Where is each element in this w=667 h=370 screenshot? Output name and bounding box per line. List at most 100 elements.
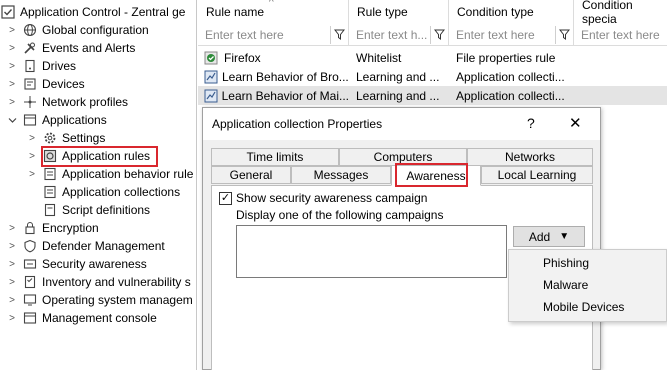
collection-icon — [42, 184, 58, 200]
chevron-right-icon[interactable]: > — [6, 237, 18, 255]
table-row[interactable]: Learn Behavior of Bro... Learning and ..… — [198, 67, 667, 86]
chevron-right-icon[interactable]: > — [6, 273, 18, 291]
filter-condition-type-input[interactable] — [449, 24, 555, 45]
cell-condition-type: Application collecti... — [456, 69, 565, 84]
column-header-rule-name[interactable]: Rule name ^ — [198, 0, 349, 24]
filter-rule-name — [198, 24, 349, 46]
menu-item-mobile-devices[interactable]: Mobile Devices — [543, 297, 624, 317]
filter-funnel-icon[interactable] — [555, 25, 573, 44]
tree-item-applications[interactable]: Applications — [6, 111, 107, 129]
sort-ascending-icon: ^ — [269, 0, 274, 8]
highlight-awareness-tab — [395, 163, 468, 187]
tree-item-label: Application Control - Zentral ge — [20, 5, 186, 19]
tree-item-operating-system-management[interactable]: > Operating system managem — [6, 291, 193, 309]
show-campaign-checkbox[interactable]: ✓ — [219, 192, 232, 205]
cell-rule-name: Learn Behavior of Mai... — [221, 88, 349, 103]
tab-networks[interactable]: Networks — [467, 148, 593, 166]
dialog-title-bar[interactable]: Application collection Properties — [203, 108, 600, 140]
tab-general[interactable]: General — [211, 166, 291, 184]
tree-item-label: Operating system managem — [42, 293, 193, 307]
chevron-right-icon[interactable]: > — [6, 21, 18, 39]
menu-item-phishing[interactable]: Phishing — [543, 253, 589, 273]
filter-condition-special-input[interactable] — [574, 24, 667, 45]
chevron-right-icon[interactable]: > — [26, 129, 38, 147]
tree-item-label: Applications — [42, 113, 107, 127]
script-icon — [42, 202, 58, 218]
column-header-condition-type[interactable]: Condition type — [449, 0, 574, 24]
filter-rule-type — [349, 24, 449, 46]
tree-item-script-definitions[interactable]: Script definitions — [42, 201, 150, 219]
cell-rule-type: Learning and ... — [356, 69, 440, 84]
chevron-right-icon[interactable]: > — [6, 291, 18, 309]
os-icon — [22, 292, 38, 308]
tree-item-label: Defender Management — [42, 239, 165, 253]
table-row-selected[interactable]: Learn Behavior of Mai... Learning and ..… — [198, 86, 667, 105]
tree-item-global-configuration[interactable]: > Global configuration — [6, 21, 149, 39]
filter-rule-name-input[interactable] — [198, 24, 330, 45]
tree-item-defender-management[interactable]: > Defender Management — [6, 237, 165, 255]
tree-item-management-console[interactable]: > Management console — [6, 309, 157, 327]
tree-item-network-profiles[interactable]: > Network profiles — [6, 93, 128, 111]
tree-item-label: Settings — [62, 131, 106, 145]
chevron-right-icon[interactable]: > — [6, 57, 18, 75]
tree-item-label: Security awareness — [42, 257, 147, 271]
tree-item-security-awareness[interactable]: > Security awareness — [6, 255, 147, 273]
filter-funnel-icon[interactable] — [330, 25, 348, 44]
defender-icon — [22, 238, 38, 254]
tree-item-label: Script definitions — [62, 203, 151, 217]
tab-local-learning[interactable]: Local Learning — [481, 166, 593, 184]
tree-item-root[interactable]: Application Control - Zentral ge — [0, 3, 185, 21]
filter-rule-type-input[interactable] — [349, 24, 430, 45]
menu-item-malware[interactable]: Malware — [543, 275, 588, 295]
filter-funnel-icon[interactable] — [430, 25, 448, 44]
add-button-label: Add — [528, 229, 551, 244]
cell-rule-type: Whitelist — [356, 50, 402, 65]
tree-item-events-and-alerts[interactable]: > Events and Alerts — [6, 39, 135, 57]
help-button[interactable]: ? — [527, 115, 535, 131]
tree-item-label: Events and Alerts — [42, 41, 136, 55]
chevron-right-icon[interactable]: > — [6, 255, 18, 273]
add-campaign-button[interactable]: Add ▼ — [513, 226, 585, 247]
chevron-right-icon[interactable]: > — [6, 93, 18, 111]
tree-item-label: Application collections — [62, 185, 181, 199]
chevron-right-icon[interactable]: > — [6, 75, 18, 93]
navigation-tree: Application Control - Zentral ge > Globa… — [0, 0, 197, 370]
tree-item-drives[interactable]: > Drives — [6, 57, 76, 75]
filter-condition-type — [449, 24, 574, 46]
tree-item-label: Global configuration — [42, 23, 149, 37]
chevron-right-icon[interactable]: > — [6, 39, 18, 57]
tree-item-application-collections[interactable]: Application collections — [42, 183, 180, 201]
menu-item-label: Mobile Devices — [543, 300, 625, 314]
column-header-label: Rule type — [357, 5, 408, 19]
tree-item-settings[interactable]: > Settings — [26, 129, 105, 147]
tree-item-inventory[interactable]: > Inventory and vulnerability s — [6, 273, 191, 291]
cell-rule-type: Learning and ... — [356, 88, 440, 103]
cell-condition-type: Application collecti... — [456, 88, 565, 103]
column-header-rule-type[interactable]: Rule type — [349, 0, 449, 24]
column-header-condition-special[interactable]: Condition specia — [574, 0, 667, 26]
table-row[interactable]: Firefox Whitelist File properties rule — [198, 48, 667, 67]
close-button[interactable]: ✕ — [569, 114, 582, 132]
console-icon — [22, 310, 38, 326]
chevron-right-icon[interactable]: > — [26, 165, 38, 183]
application-collection-properties-dialog: Application collection Properties ? ✕ Ti… — [202, 107, 601, 370]
tree-item-label: Network profiles — [42, 95, 129, 109]
tab-label: Computers — [373, 150, 433, 164]
tree-item-encryption[interactable]: > Encryption — [6, 219, 99, 237]
tree-item-devices[interactable]: > Devices — [6, 75, 85, 93]
inventory-icon — [22, 274, 38, 290]
tree-item-application-behavior-rules[interactable]: > Application behavior rule — [26, 165, 193, 183]
column-header-label: Condition specia — [582, 0, 633, 26]
chevron-right-icon[interactable]: > — [6, 219, 18, 237]
add-campaign-menu: Phishing Malware Mobile Devices — [508, 249, 667, 322]
tree-item-label: Inventory and vulnerability s — [42, 275, 191, 289]
campaign-listbox[interactable] — [236, 225, 507, 278]
tab-time-limits[interactable]: Time limits — [211, 148, 339, 166]
chevron-right-icon[interactable]: > — [6, 309, 18, 327]
chevron-right-icon[interactable]: > — [26, 147, 38, 165]
tab-label: General — [229, 168, 273, 182]
tab-messages[interactable]: Messages — [291, 166, 391, 184]
devices-icon — [22, 76, 38, 92]
behavior-icon — [42, 166, 58, 182]
chevron-down-icon[interactable] — [6, 111, 18, 129]
